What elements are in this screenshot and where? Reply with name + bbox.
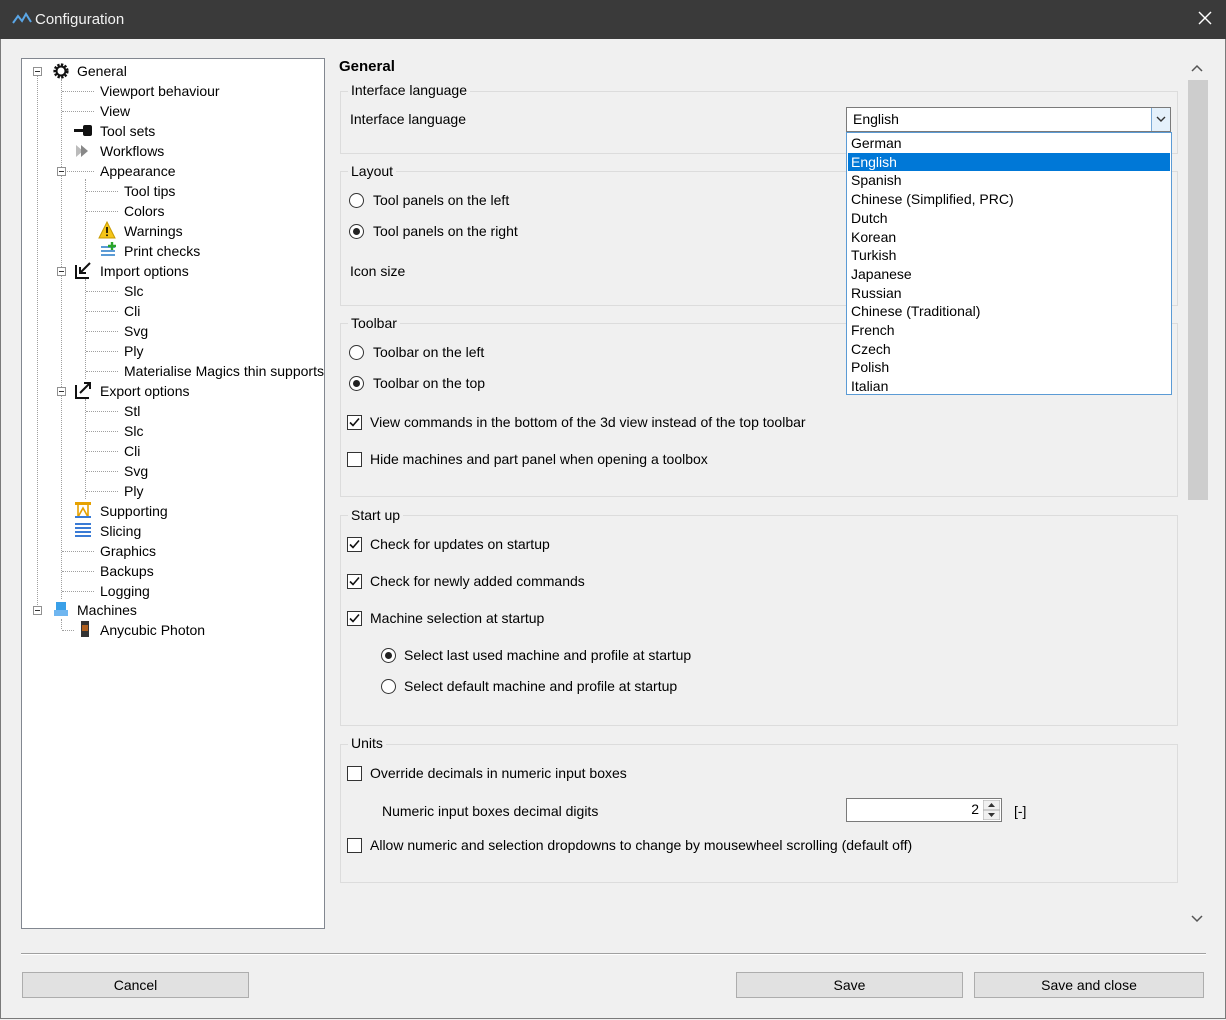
language-option[interactable]: German [848, 134, 1170, 152]
override-decimals-label: Override decimals in numeric input boxes [370, 765, 627, 781]
units-group-title: Units [348, 735, 386, 751]
workflows-icon [76, 145, 88, 157]
startup-group-title: Start up [348, 507, 404, 523]
language-option[interactable]: French [848, 321, 1170, 339]
language-option[interactable]: Dutch [848, 209, 1170, 227]
slicing-icon [75, 523, 91, 537]
toolbar-top-label: Toolbar on the top [373, 375, 486, 391]
interface-language-value: English [853, 111, 899, 127]
language-option[interactable]: Italian [848, 377, 1170, 395]
check-new-commands-checkbox[interactable] [347, 574, 362, 589]
check-updates-label: Check for updates on startup [370, 536, 550, 552]
interface-language-select[interactable]: English [846, 107, 1171, 132]
import-icon [75, 262, 91, 279]
language-option[interactable]: Czech [848, 340, 1170, 358]
printer-icon [81, 621, 89, 637]
appearance-expander[interactable] [57, 167, 66, 176]
mousewheel-checkbox[interactable] [347, 838, 362, 853]
check-updates-checkbox[interactable] [347, 537, 362, 552]
settings-tree[interactable]: General Viewport behaviour View Tool set… [21, 58, 325, 929]
save-and-close-button[interactable]: Save and close [974, 972, 1204, 998]
override-decimals-checkbox[interactable] [347, 766, 362, 781]
machines-expander[interactable] [33, 606, 42, 615]
language-option[interactable]: Spanish [848, 171, 1170, 189]
last-used-machine-radio[interactable] [381, 648, 396, 663]
scrollbar-thumb[interactable] [1188, 80, 1208, 500]
tool-panels-right-label: Tool panels on the right [373, 223, 518, 239]
language-option[interactable]: Chinese (Simplified, PRC) [848, 190, 1170, 208]
machine-selection-label: Machine selection at startup [370, 610, 545, 626]
toolbar-group-title: Toolbar [348, 315, 400, 331]
window-title: Configuration [35, 11, 125, 28]
language-option[interactable]: Korean [848, 228, 1170, 246]
toolbar-left-radio[interactable] [349, 345, 364, 360]
language-dropdown-list[interactable]: German English Spanish Chinese (Simplified,… [846, 132, 1172, 395]
last-used-machine-label: Select last used machine and profile at … [404, 647, 692, 663]
icon-size-label: Icon size [350, 263, 406, 279]
layout-group-title: Layout [348, 163, 397, 179]
close-icon[interactable] [1196, 9, 1214, 27]
default-machine-radio[interactable] [381, 679, 396, 694]
interface-language-label: Interface language [350, 111, 466, 127]
gear-icon [53, 63, 69, 79]
toolbar-left-label: Toolbar on the left [373, 344, 485, 360]
scroll-up-icon[interactable] [1191, 64, 1203, 72]
general-expander[interactable] [33, 67, 42, 76]
title-bar: Configuration [0, 0, 1226, 39]
view-commands-checkbox[interactable] [347, 415, 362, 430]
decimal-digits-stepper[interactable]: 2 [846, 798, 1002, 822]
footer-separator [21, 953, 1206, 955]
decimal-digits-label: Numeric input boxes decimal digits [382, 803, 599, 819]
check-new-commands-label: Check for newly added commands [370, 573, 585, 589]
language-option[interactable]: Japanese [848, 265, 1170, 283]
stepper-arrows-icon[interactable] [983, 800, 1000, 820]
chevron-down-icon [1156, 116, 1166, 122]
tool-panels-left-radio[interactable] [349, 193, 364, 208]
print-checks-icon [101, 242, 116, 256]
decimal-digits-value: 2 [971, 801, 979, 817]
language-option[interactable]: Polish [848, 358, 1170, 376]
export-options-expander[interactable] [57, 387, 66, 396]
language-option[interactable]: Russian [848, 284, 1170, 302]
scroll-down-icon[interactable] [1191, 915, 1203, 923]
language-option[interactable]: Chinese (Traditional) [848, 302, 1170, 320]
tool-panels-left-label: Tool panels on the left [373, 192, 510, 208]
machine-icon [54, 602, 68, 616]
view-commands-label: View commands in the bottom of the 3d vi… [370, 414, 806, 430]
import-options-expander[interactable] [57, 267, 66, 276]
cancel-button[interactable]: Cancel [22, 972, 249, 998]
language-option[interactable]: Turkish [848, 246, 1170, 264]
page-title: General [339, 58, 395, 75]
vertical-scrollbar[interactable] [1186, 58, 1209, 930]
default-machine-label: Select default machine and profile at st… [404, 678, 678, 694]
mousewheel-label: Allow numeric and selection dropdowns to… [370, 837, 913, 853]
language-option[interactable]: English [848, 152, 1170, 171]
save-button[interactable]: Save [736, 972, 963, 998]
warning-icon [98, 221, 116, 239]
export-icon [75, 382, 91, 399]
supporting-icon [75, 502, 91, 518]
app-logo-icon [12, 12, 32, 24]
machine-selection-checkbox[interactable] [347, 611, 362, 626]
tool-panels-right-radio[interactable] [349, 224, 364, 239]
toolbar-top-radio[interactable] [349, 376, 364, 391]
hide-machines-label: Hide machines and part panel when openin… [370, 451, 708, 467]
dropdown-button[interactable] [1151, 108, 1170, 131]
hide-machines-checkbox[interactable] [347, 452, 362, 467]
tool-sets-icon [74, 125, 92, 136]
decimal-digits-unit: [-] [1014, 803, 1027, 819]
interface-language-group-title: Interface language [348, 82, 470, 98]
